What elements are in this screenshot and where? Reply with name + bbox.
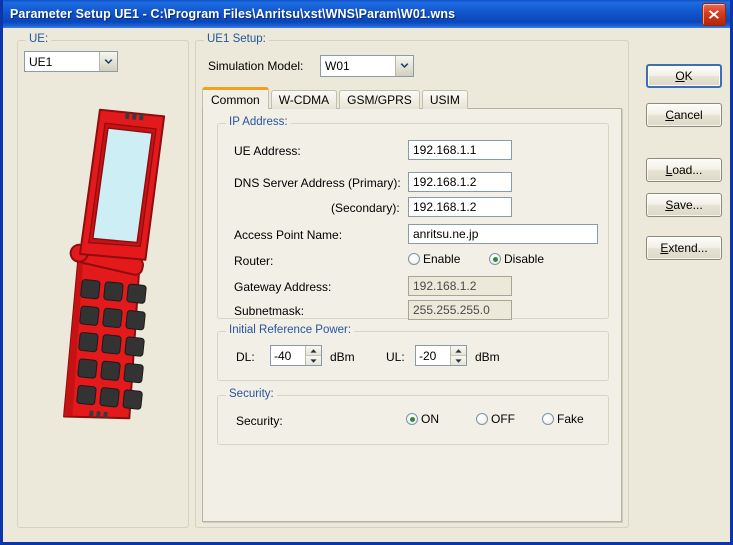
ok-button-accel: O — [675, 69, 685, 83]
simulation-model-select[interactable]: W01 — [320, 55, 414, 77]
title-bar: Parameter Setup UE1 - C:\Program Files\A… — [3, 0, 730, 29]
simulation-model-label: Simulation Model: — [208, 59, 304, 73]
radio-dot-icon — [489, 253, 501, 265]
tab-usim[interactable]: USIM — [421, 90, 468, 109]
dl-power-value: -40 — [274, 348, 292, 363]
ip-address-group: IP Address: UE Address: 192.168.1.1 DNS … — [217, 116, 609, 320]
tab-gsm-gprs[interactable]: GSM/GPRS — [339, 90, 420, 109]
security-group: Security: Security: ON OFF Fake — [217, 388, 609, 445]
chevron-down-icon[interactable] — [306, 356, 321, 365]
router-disable-radio[interactable]: Disable — [489, 252, 544, 266]
tab-w-cdma[interactable]: W-CDMA — [270, 90, 338, 109]
tab-strip: Common W-CDMA GSM/GPRS USIM — [202, 87, 470, 109]
chevron-down-icon[interactable] — [99, 52, 117, 71]
subnetmask-label: Subnetmask: — [234, 304, 305, 318]
ok-button-label: K — [684, 69, 693, 83]
extend-button-accel: E — [660, 241, 669, 255]
red-flip-phone-illustration — [18, 79, 190, 479]
initial-reference-power-group: Initial Reference Power: DL: -40 dBm UL:… — [217, 324, 609, 381]
ue-select[interactable]: UE1 — [24, 51, 118, 72]
ul-power-value: -20 — [419, 348, 437, 363]
dl-power-stepper[interactable]: -40 — [270, 345, 322, 366]
ul-stepper-buttons — [450, 346, 466, 365]
load-button-accel: L — [665, 163, 673, 177]
ue-setup-group-label: UE1 Setup: — [204, 33, 269, 45]
ul-unit-label: dBm — [475, 350, 500, 364]
radio-dot-icon — [408, 253, 420, 265]
router-enable-label: Enable — [423, 252, 461, 266]
dl-stepper-buttons — [305, 346, 321, 365]
load-button-label: oad... — [672, 163, 703, 177]
save-button-accel: S — [665, 198, 674, 212]
ue-select-value: UE1 — [29, 54, 53, 69]
gateway-address-input: 192.168.1.2 — [408, 276, 512, 296]
access-point-name-input[interactable]: anritsu.ne.jp — [408, 224, 598, 244]
save-button-label: ave... — [673, 198, 703, 212]
dns-secondary-input[interactable]: 192.168.1.2 — [408, 197, 512, 217]
security-label: Security: — [236, 414, 283, 428]
ue-address-input[interactable]: 192.168.1.1 — [408, 140, 512, 160]
dl-unit-label: dBm — [330, 350, 355, 364]
window-title: Parameter Setup UE1 - C:\Program Files\A… — [10, 7, 456, 21]
chevron-down-icon[interactable] — [451, 356, 466, 365]
router-label: Router: — [234, 254, 274, 268]
simulation-model-value: W01 — [325, 59, 350, 73]
gateway-address-label: Gateway Address: — [234, 280, 332, 294]
extend-button-label: xtend... — [668, 241, 708, 255]
dns-secondary-label: (Secondary): — [331, 201, 400, 215]
close-icon[interactable] — [702, 3, 726, 26]
security-group-label: Security: — [226, 388, 277, 400]
dns-primary-input[interactable]: 192.168.1.2 — [408, 172, 512, 192]
chevron-up-icon[interactable] — [451, 346, 466, 356]
ok-button[interactable]: OK — [646, 64, 722, 88]
ue-group: UE: UE1 — [17, 33, 190, 528]
cancel-button[interactable]: Cancel — [646, 103, 722, 127]
ul-power-stepper[interactable]: -20 — [415, 345, 467, 366]
radio-dot-icon — [406, 413, 418, 425]
security-fake-radio[interactable]: Fake — [542, 412, 584, 426]
initial-reference-power-group-label: Initial Reference Power: — [226, 324, 355, 336]
ip-address-group-label: IP Address: — [226, 116, 291, 128]
security-on-radio[interactable]: ON — [406, 412, 439, 426]
cancel-button-label: ancel — [673, 108, 703, 122]
dialog-client-area: UE: UE1 UE1 Setup: Simulation Model: W01… — [3, 28, 730, 542]
save-button[interactable]: Save... — [646, 193, 722, 217]
ue-group-label: UE: — [26, 33, 52, 45]
tab-common[interactable]: Common — [202, 87, 269, 109]
chevron-down-icon[interactable] — [395, 56, 413, 76]
dns-primary-label: DNS Server Address (Primary): — [234, 176, 401, 190]
dl-label: DL: — [236, 350, 255, 364]
security-fake-label: Fake — [557, 412, 584, 426]
load-button[interactable]: Load... — [646, 158, 722, 182]
subnetmask-input: 255.255.255.0 — [408, 300, 512, 320]
ul-label: UL: — [386, 350, 405, 364]
security-off-radio[interactable]: OFF — [476, 412, 515, 426]
radio-dot-icon — [476, 413, 488, 425]
ue-setup-group: UE1 Setup: Simulation Model: W01 Common … — [195, 33, 629, 528]
router-disable-label: Disable — [504, 252, 545, 266]
extend-button[interactable]: Extend... — [646, 236, 722, 260]
parameter-setup-dialog: Parameter Setup UE1 - C:\Program Files\A… — [0, 0, 733, 545]
security-off-label: OFF — [491, 412, 515, 426]
security-on-label: ON — [421, 412, 439, 426]
router-enable-radio[interactable]: Enable — [408, 252, 460, 266]
access-point-name-label: Access Point Name: — [234, 228, 343, 242]
ue-address-label: UE Address: — [234, 144, 301, 158]
chevron-up-icon[interactable] — [306, 346, 321, 356]
tab-page-common: IP Address: UE Address: 192.168.1.1 DNS … — [202, 108, 622, 522]
radio-dot-icon — [542, 413, 554, 425]
cancel-button-accel: C — [665, 108, 674, 122]
